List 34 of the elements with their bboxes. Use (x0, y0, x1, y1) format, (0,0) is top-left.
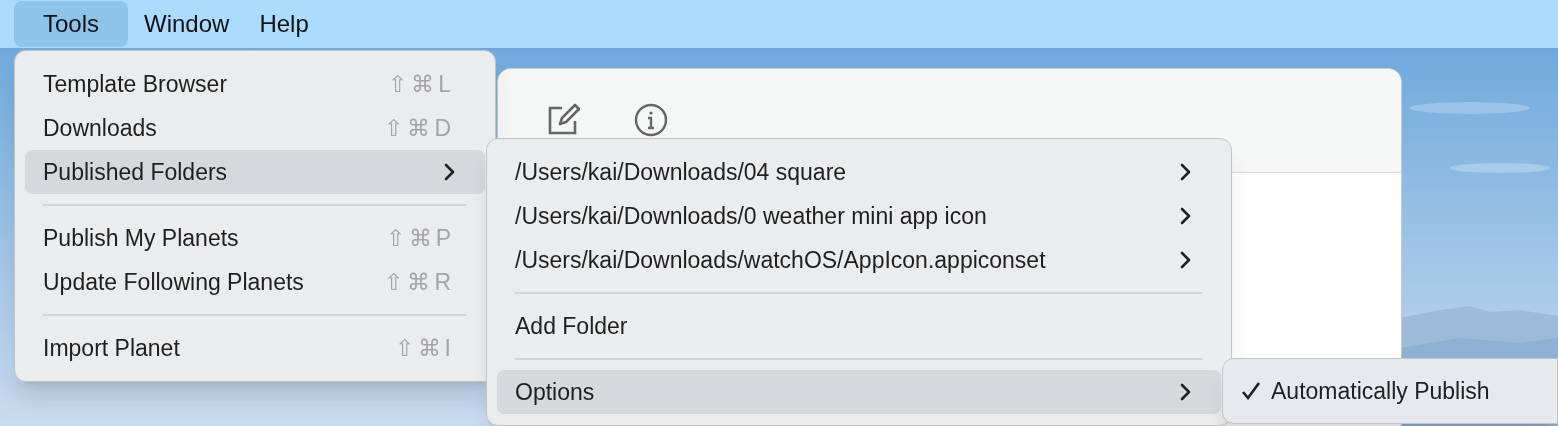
menu-item[interactable]: Downloads ⇧⌘D (25, 106, 485, 150)
menu-item-label: /Users/kai/Downloads/04 square (515, 157, 847, 187)
menu-item[interactable]: Options (497, 370, 1221, 414)
menu-item-label: Downloads (43, 113, 157, 143)
menu-item-label: /Users/kai/Downloads/0 weather mini app icon (515, 201, 987, 231)
menu-item-label: Add Folder (515, 311, 628, 341)
menu-item[interactable]: Update Following Planets ⇧⌘R (25, 260, 485, 304)
info-icon[interactable] (634, 103, 668, 137)
shortcut-label: ⇧⌘I (394, 333, 455, 363)
menu-item-label: Import Planet (43, 333, 180, 363)
shortcut-label: ⇧⌘D (384, 113, 455, 143)
menu-item[interactable]: /Users/kai/Downloads/0 weather mini app icon (497, 194, 1221, 238)
menu-item-label: Published Folders (43, 157, 228, 187)
menu-item[interactable]: /Users/kai/Downloads/04 square (497, 150, 1221, 194)
menu-item[interactable]: Automatically Publish (1233, 369, 1547, 413)
shortcut-label: ⇧⌘L (388, 69, 455, 99)
shortcut-label: ⇧⌘R (384, 267, 455, 297)
menu-item-label: Options (515, 377, 595, 407)
menu-item-label: Update Following Planets (43, 267, 304, 297)
menu-bar-item[interactable]: Window (130, 1, 244, 47)
menu-bar-item[interactable]: Tools (14, 1, 129, 47)
menu-item[interactable]: Publish My Planets ⇧⌘P (25, 216, 485, 260)
menu-item[interactable]: Add Folder (497, 304, 1221, 348)
shortcut-label: ⇧⌘P (385, 223, 455, 253)
menu-item[interactable]: Template Browser ⇧⌘L (25, 62, 485, 106)
menu-item-label: Publish My Planets (43, 223, 239, 253)
menu-item[interactable]: Import Planet ⇧⌘I (25, 326, 485, 370)
compose-icon[interactable] (546, 103, 580, 137)
menu-bar-item[interactable]: Help (245, 1, 323, 47)
menu-item-label: Template Browser (43, 69, 228, 99)
menu-item-label: Automatically Publish (1271, 376, 1490, 406)
menu-item[interactable]: /Users/kai/Downloads/watchOS/AppIcon.appiconset (497, 238, 1221, 282)
menu-item-label: /Users/kai/Downloads/watchOS/AppIcon.appiconset (515, 245, 1046, 275)
menu-item[interactable]: Published Folders (25, 150, 485, 194)
